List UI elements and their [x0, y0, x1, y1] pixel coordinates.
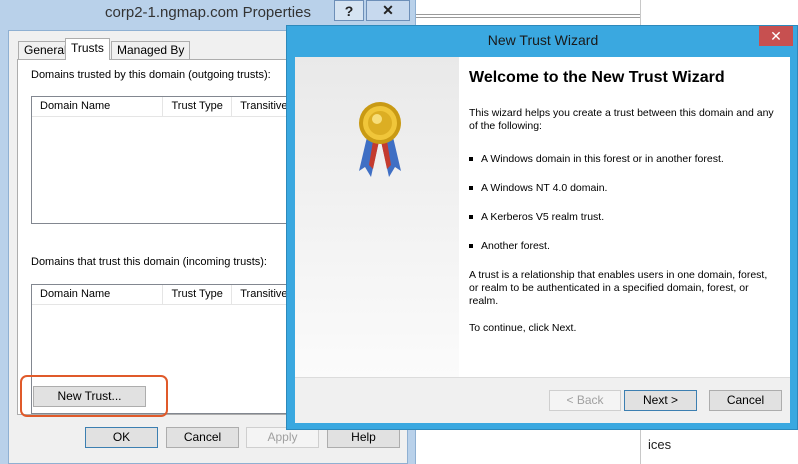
tab-managed-by[interactable]: Managed By — [111, 41, 191, 59]
wizard-content: Welcome to the New Trust Wizard This wiz… — [469, 69, 779, 335]
wizard-description: A trust is a relationship that enables u… — [469, 269, 768, 307]
list-item: A Kerberos V5 realm trust. — [469, 211, 779, 224]
bullet-text: A Windows NT 4.0 domain. — [481, 182, 608, 194]
tab-trusts[interactable]: Trusts — [65, 38, 110, 60]
outgoing-trusts-label: Domains trusted by this domain (outgoing… — [31, 69, 271, 81]
wizard-continue-text: To continue, click Next. — [469, 322, 577, 334]
help-button[interactable]: Help — [327, 427, 400, 448]
column-header-domain-name[interactable]: Domain Name — [32, 285, 164, 304]
wizard-body: Welcome to the New Trust Wizard This wiz… — [295, 57, 790, 423]
wizard-side-panel — [295, 57, 459, 377]
bullet-icon — [469, 244, 473, 248]
column-header-trust-type[interactable]: Trust Type — [163, 285, 233, 304]
incoming-trusts-label: Domains that trust this domain (incoming… — [31, 256, 267, 268]
list-item: Another forest. — [469, 240, 779, 253]
ok-button[interactable]: OK — [85, 427, 158, 448]
background-divider — [410, 17, 640, 18]
bullet-text: A Kerberos V5 realm trust. — [481, 211, 605, 223]
wizard-footer: < Back Next > Cancel — [295, 378, 790, 423]
background-divider — [410, 14, 640, 15]
bullet-icon — [469, 186, 473, 190]
column-header-domain-name[interactable]: Domain Name — [32, 97, 164, 116]
bullet-icon — [469, 157, 473, 161]
wizard-intro: This wizard helps you create a trust bet… — [469, 107, 774, 132]
help-title-button[interactable]: ? — [334, 0, 364, 21]
background-text-fragment: ices — [648, 437, 672, 452]
highlight-annotation — [20, 375, 168, 417]
list-item: A Windows NT 4.0 domain. — [469, 182, 779, 195]
column-header-trust-type[interactable]: Trust Type — [163, 97, 233, 116]
new-trust-wizard-window: New Trust Wizard ✕ Welcome to the New Tr… — [286, 25, 798, 430]
next-button[interactable]: Next > — [624, 390, 697, 411]
cancel-button[interactable]: Cancel — [166, 427, 239, 448]
cancel-button[interactable]: Cancel — [709, 390, 782, 411]
wizard-heading: Welcome to the New Trust Wizard — [469, 69, 725, 86]
wizard-title: New Trust Wizard — [487, 32, 599, 48]
bullet-text: A Windows domain in this forest or in an… — [481, 153, 724, 165]
award-medal-icon — [359, 102, 401, 177]
close-icon[interactable]: ✕ — [759, 26, 793, 46]
bullet-text: Another forest. — [481, 240, 550, 252]
list-item: A Windows domain in this forest or in an… — [469, 153, 779, 166]
apply-button[interactable]: Apply — [246, 427, 319, 448]
back-button[interactable]: < Back — [549, 390, 621, 411]
bullet-icon — [469, 215, 473, 219]
close-icon[interactable]: ✕ — [366, 0, 410, 21]
